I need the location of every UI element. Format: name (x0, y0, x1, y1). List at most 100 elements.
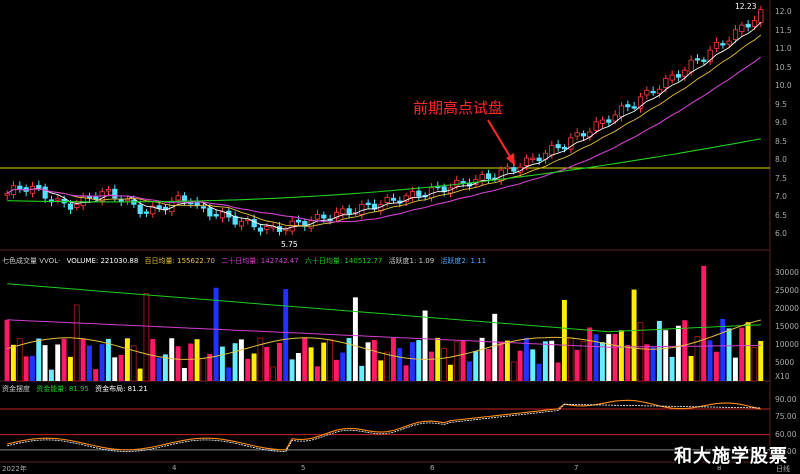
candle-body (156, 205, 162, 209)
volume-bar (226, 367, 232, 381)
candle-body (42, 186, 48, 199)
volume-bar (751, 347, 758, 382)
volume-bar (55, 344, 61, 381)
candle-body (732, 29, 739, 40)
volume-bar (333, 359, 339, 381)
volume-bar (169, 338, 175, 381)
price-tick-label: 7.5 (775, 173, 787, 183)
volume-bar (688, 355, 694, 381)
candle-body (745, 23, 751, 28)
candle-body (112, 188, 118, 199)
volume-bar (61, 338, 67, 381)
candle-body (574, 132, 580, 137)
price-tick-label: 7.0 (775, 192, 787, 201)
volume-legend-ma100: 百日均量: 155622.70 (144, 257, 215, 265)
candle-body (238, 220, 245, 227)
volume-bar (612, 333, 618, 381)
volume-bar (606, 334, 612, 381)
date-tick-label: 5 (301, 464, 306, 472)
volume-bar (650, 347, 656, 381)
candle-body (758, 9, 764, 23)
volume-bar (124, 338, 130, 381)
volume-bar (156, 357, 162, 381)
candle-body (726, 40, 732, 45)
volume-bar (314, 366, 320, 381)
fund-tick-label: 75.00 (775, 412, 797, 422)
date-tick-label: 2022年 (2, 465, 27, 473)
price-tick-label: 11.0 (775, 44, 792, 53)
volume-tick-label: 5000 (775, 358, 795, 367)
candle-body (409, 191, 416, 198)
volume-tick-label: 15000 (775, 322, 799, 331)
annotation-arrow-shaft (487, 119, 513, 161)
candle-body (561, 146, 568, 150)
candle-body (618, 105, 625, 118)
volume-bar (105, 338, 111, 381)
candle-body (143, 211, 150, 214)
candle-body (200, 206, 207, 209)
candle-body (650, 90, 656, 94)
candle-body (219, 211, 226, 219)
volume-bar (561, 299, 567, 381)
volume-bar (112, 357, 118, 381)
candle-body (555, 144, 561, 149)
volume-tick-label: 10000 (775, 340, 799, 349)
low-price-label: 5.75 (281, 240, 298, 249)
volume-bar (498, 341, 504, 381)
volume-bar (86, 345, 92, 381)
price-tick-label: 6.0 (775, 229, 787, 238)
volume-bar (181, 368, 187, 381)
volume-bar (416, 340, 422, 381)
volume-bar (371, 339, 377, 381)
candle-body (175, 195, 181, 201)
volume-bar (321, 342, 327, 381)
candle-body (751, 20, 758, 27)
volume-bar (637, 322, 644, 382)
volume-bar (694, 336, 701, 382)
volume-bar (308, 347, 314, 381)
volume-bar (625, 344, 631, 381)
volume-bar (682, 320, 688, 381)
volume-bar (701, 265, 707, 381)
volume-tick-label: X10 (775, 372, 790, 381)
candle-body (739, 24, 745, 33)
candle-body (124, 198, 131, 202)
volume-bar (599, 342, 605, 381)
chart-canvas[interactable] (0, 0, 800, 474)
volume-bar (219, 346, 225, 381)
volume-bar (270, 366, 276, 382)
volume-tick-label: 30000 (775, 268, 799, 277)
volume-bar (93, 369, 99, 381)
volume-bar (758, 341, 764, 381)
candle-body (384, 196, 390, 203)
volume-bar (390, 337, 396, 381)
candle-body (314, 214, 321, 220)
volume-bar (378, 360, 384, 381)
volume-bar (530, 349, 536, 381)
volume-ma20-line (7, 319, 761, 348)
candle-body (137, 204, 143, 215)
candle-body (17, 185, 23, 190)
volume-bar (492, 313, 498, 381)
candle-body (485, 173, 492, 180)
volume-bar (574, 349, 580, 381)
volume-bar (251, 353, 257, 381)
volume-bar (504, 340, 510, 381)
ma60-line (7, 138, 761, 203)
volume-bar (213, 287, 219, 381)
candle-body (593, 121, 599, 131)
volume-bar (67, 356, 73, 381)
candle-body (295, 219, 302, 223)
date-tick-label: 7 (574, 464, 579, 472)
volume-bar (409, 342, 415, 381)
candle-body (416, 190, 422, 197)
fund-legend-a: 资金能量: 81.95 (36, 385, 89, 393)
candle-body (511, 167, 517, 172)
volume-bar (460, 340, 466, 381)
fund-tick-label: 60.00 (775, 429, 797, 439)
fund-layout-line (7, 403, 761, 453)
volume-bar (143, 293, 150, 382)
price-tick-label: 12.0 (775, 7, 792, 16)
candle-body (4, 192, 10, 196)
candle-body (264, 226, 270, 230)
